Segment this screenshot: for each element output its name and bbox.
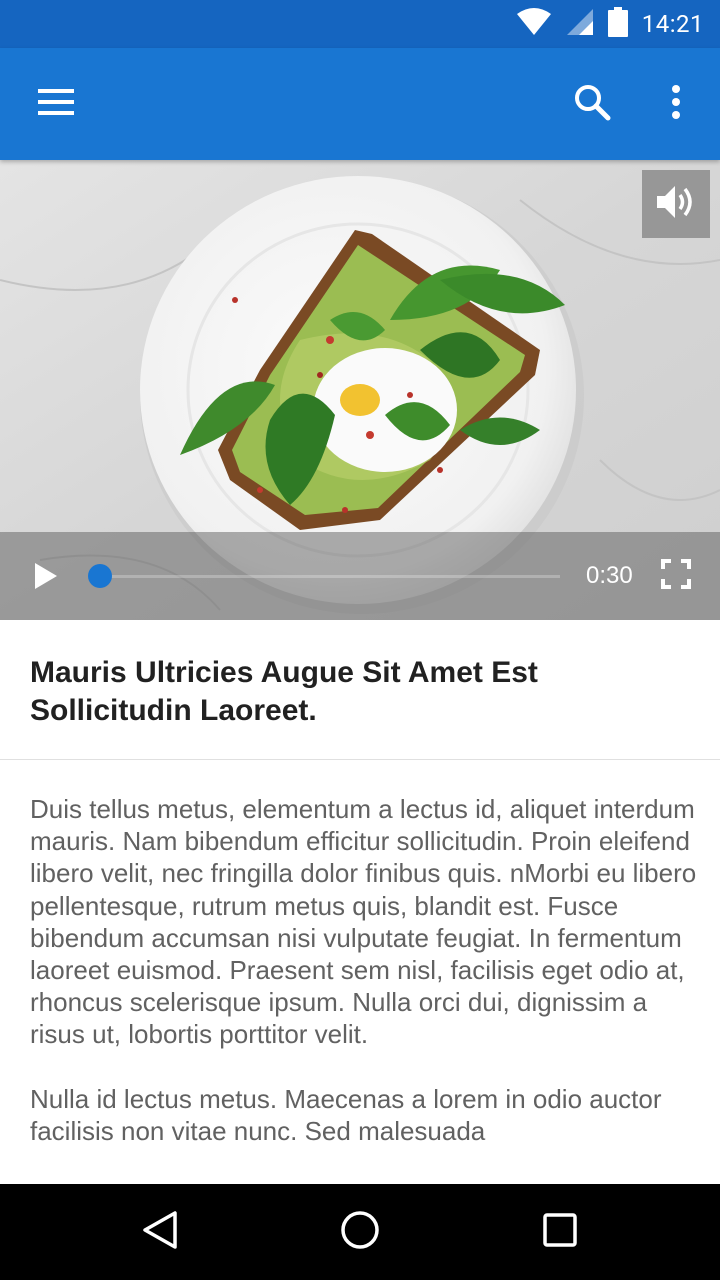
seek-thumb[interactable] [88, 564, 112, 588]
recents-button[interactable] [512, 1184, 608, 1280]
menu-icon [38, 88, 74, 120]
home-button[interactable] [312, 1184, 408, 1280]
divider [0, 759, 720, 760]
play-button[interactable] [24, 556, 68, 600]
search-button[interactable] [556, 48, 628, 160]
cell-signal-icon [566, 8, 594, 41]
article-paragraph: Nulla id lectus metus. Maecenas a lorem … [30, 1083, 662, 1146]
article-body: Duis tellus metus, elementum a lectus id… [30, 793, 700, 1183]
video-player[interactable]: 0:30 [0, 160, 720, 620]
back-icon [142, 1210, 178, 1255]
status-time: 14:21 [641, 10, 704, 38]
play-icon [35, 562, 57, 594]
back-button[interactable] [112, 1184, 208, 1280]
more-options-button[interactable] [648, 48, 704, 160]
more-vert-icon [671, 84, 681, 124]
fullscreen-button[interactable] [656, 556, 696, 596]
recents-icon [543, 1212, 577, 1252]
video-duration: 0:30 [586, 562, 633, 589]
video-controls: 0:30 [0, 532, 720, 620]
volume-button[interactable] [642, 170, 710, 238]
navigation-bar [0, 1184, 720, 1280]
battery-icon [607, 6, 628, 42]
menu-button[interactable] [20, 48, 92, 160]
volume-icon [657, 184, 695, 225]
article-title: Mauris Ultricies Augue Sit Amet Est Soll… [30, 656, 538, 727]
article-paragraph: Duis tellus metus, elementum a lectus id… [30, 794, 697, 1050]
status-bar: 14:21 [0, 0, 720, 48]
fullscreen-icon [661, 558, 691, 594]
status-icons: 14:21 [516, 0, 704, 48]
wifi-icon [516, 7, 552, 41]
app-bar [0, 48, 720, 160]
home-icon [340, 1210, 380, 1255]
search-icon [573, 83, 611, 126]
seek-bar[interactable] [100, 575, 560, 578]
